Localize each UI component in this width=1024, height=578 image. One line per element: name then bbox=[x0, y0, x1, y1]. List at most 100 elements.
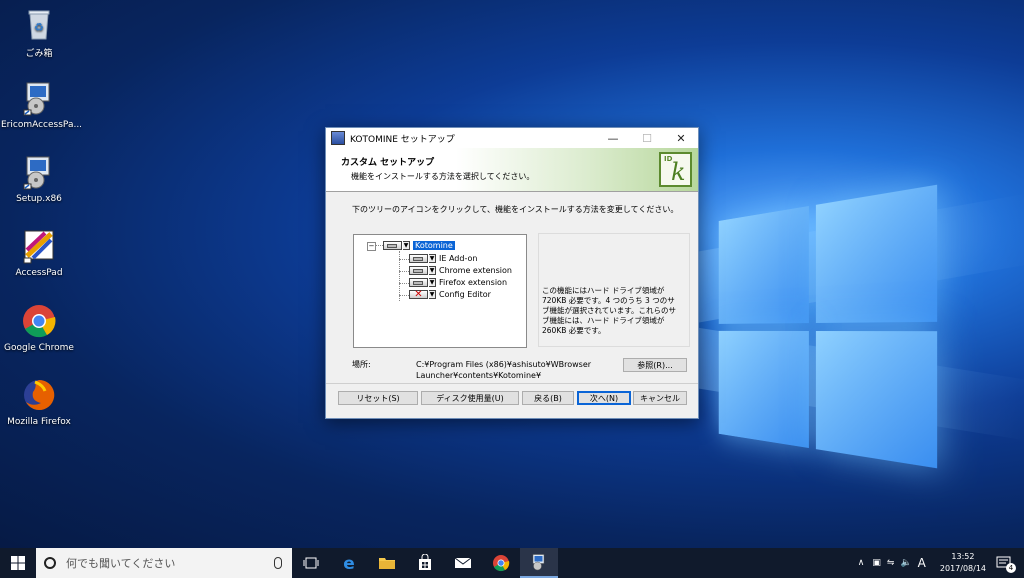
desktop-icon-accesspad[interactable]: AccessPad bbox=[1, 228, 77, 278]
taskbar-search-box[interactable]: 何でも聞いてください bbox=[36, 548, 292, 578]
dropdown-arrow-icon[interactable]: ▼ bbox=[429, 290, 436, 299]
dropdown-arrow-icon[interactable]: ▼ bbox=[429, 254, 436, 263]
button-separator bbox=[326, 383, 698, 384]
logo-letter: k bbox=[671, 158, 686, 186]
tree-node-ie[interactable]: ▼ IE Add-on bbox=[409, 253, 477, 264]
taskbar-store[interactable] bbox=[406, 548, 444, 578]
cortana-icon bbox=[44, 557, 56, 569]
desktop-icon-setup[interactable]: Setup.x86 bbox=[1, 154, 77, 204]
usb-icon[interactable]: ⇋ bbox=[887, 558, 895, 568]
tree-node-label[interactable]: IE Add-on bbox=[439, 254, 477, 263]
minimize-button[interactable]: — bbox=[596, 128, 630, 148]
feature-description-panel: この機能にはハード ドライブ領域が 720KB 必要です。4 つのうち 3 つの… bbox=[538, 233, 690, 347]
desktop: ♻ ごみ箱 EricomAccessPa... Setup.x86 Access… bbox=[0, 0, 1024, 548]
clock[interactable]: 13:52 2017/08/14 bbox=[940, 551, 986, 575]
instruction-text: 下のツリーのアイコンをクリックして、機能をインストールする方法を変更してください… bbox=[352, 205, 679, 214]
dropdown-arrow-icon[interactable]: ▼ bbox=[429, 266, 436, 275]
drive-icon[interactable] bbox=[409, 278, 428, 287]
network-icon[interactable]: ▣ bbox=[872, 558, 881, 568]
store-icon bbox=[419, 554, 431, 570]
tree-node-chrome[interactable]: ▼ Chrome extension bbox=[409, 265, 512, 276]
firefox-icon bbox=[21, 377, 57, 413]
installer-icon bbox=[21, 80, 57, 116]
dialog-titlebar[interactable]: KOTOMINE セットアップ — ☐ ✕ bbox=[326, 128, 698, 148]
tree-node-firefox[interactable]: ▼ Firefox extension bbox=[409, 277, 507, 288]
microphone-icon[interactable] bbox=[274, 557, 282, 569]
not-installed-x-icon[interactable]: ✕ bbox=[409, 290, 428, 300]
system-tray: ∧ ▣ ⇋ 🔈 A 13:52 2017/08/14 4 bbox=[858, 548, 1024, 578]
desktop-icon-label: Google Chrome bbox=[4, 343, 74, 353]
dropdown-arrow-icon[interactable]: ▼ bbox=[429, 278, 436, 287]
drive-icon[interactable] bbox=[383, 241, 402, 250]
show-hidden-icons-chevron-icon[interactable]: ∧ bbox=[858, 558, 865, 568]
chrome-icon bbox=[493, 555, 510, 572]
setup-dialog: KOTOMINE セットアップ — ☐ ✕ カスタム セットアップ 機能をインス… bbox=[325, 127, 699, 419]
header-title: カスタム セットアップ bbox=[341, 158, 435, 168]
close-button[interactable]: ✕ bbox=[664, 128, 698, 148]
feature-description: この機能にはハード ドライブ領域が 720KB 必要です。4 つのうち 3 つの… bbox=[542, 286, 677, 335]
installer-icon bbox=[532, 554, 545, 571]
kotomine-logo: ID k bbox=[659, 152, 692, 187]
taskbar-mail[interactable] bbox=[444, 548, 482, 578]
clock-date: 2017/08/14 bbox=[939, 564, 986, 573]
svg-text:e: e bbox=[343, 554, 355, 572]
maximize-button: ☐ bbox=[642, 131, 652, 145]
taskbar-setup-app[interactable] bbox=[520, 548, 558, 578]
collapse-icon[interactable]: − bbox=[367, 242, 376, 251]
installer-icon bbox=[21, 154, 57, 190]
tree-line bbox=[399, 259, 409, 260]
task-view-button[interactable] bbox=[292, 548, 330, 578]
desktop-icon-ericom[interactable]: EricomAccessPa... bbox=[1, 80, 83, 130]
drive-icon[interactable] bbox=[409, 254, 428, 263]
tree-node-label[interactable]: Chrome extension bbox=[439, 266, 512, 275]
start-button[interactable] bbox=[0, 548, 36, 578]
volume-icon[interactable]: 🔈 bbox=[900, 558, 911, 568]
reset-button[interactable]: リセット(S) bbox=[338, 391, 418, 405]
header-subtitle: 機能をインストールする方法を選択してください。 bbox=[351, 172, 535, 181]
dialog-title: KOTOMINE セットアップ bbox=[350, 134, 455, 145]
taskbar-edge[interactable]: e bbox=[330, 548, 368, 578]
desktop-icon-label: EricomAccessPa... bbox=[1, 120, 83, 130]
windows-start-icon bbox=[11, 556, 25, 570]
desktop-icon-firefox[interactable]: Mozilla Firefox bbox=[1, 377, 77, 427]
dropdown-arrow-icon[interactable]: ▼ bbox=[403, 241, 410, 250]
accesspad-icon bbox=[21, 228, 57, 264]
desktop-icon-label: Mozilla Firefox bbox=[7, 417, 71, 427]
tree-line bbox=[399, 271, 409, 272]
tree-node-label[interactable]: Firefox extension bbox=[439, 278, 507, 287]
desktop-icon-label: ごみ箱 bbox=[25, 49, 53, 59]
ime-indicator[interactable]: A bbox=[918, 556, 926, 570]
back-button[interactable]: 戻る(B) bbox=[522, 391, 574, 405]
tree-line bbox=[375, 245, 383, 246]
taskbar: 何でも聞いてください e ∧ ▣ ⇋ 🔈 A 13:52 2017/08/14 … bbox=[0, 548, 1024, 578]
notification-count-badge: 4 bbox=[1006, 563, 1016, 573]
cancel-button[interactable]: キャンセル bbox=[633, 391, 687, 405]
windows-logo-wallpaper bbox=[718, 184, 945, 477]
next-button[interactable]: 次へ(N) bbox=[577, 391, 631, 405]
search-placeholder: 何でも聞いてください bbox=[66, 557, 176, 570]
action-center-button[interactable]: 4 bbox=[996, 556, 1016, 573]
tree-node-label[interactable]: Kotomine bbox=[413, 241, 455, 250]
desktop-icon-chrome[interactable]: Google Chrome bbox=[1, 303, 77, 353]
taskbar-chrome[interactable] bbox=[482, 548, 520, 578]
desktop-icon-label: AccessPad bbox=[15, 268, 63, 278]
tree-node-root[interactable]: ▼ Kotomine bbox=[383, 240, 455, 251]
svg-text:♻: ♻ bbox=[34, 21, 44, 34]
edge-icon: e bbox=[343, 554, 355, 572]
location-label: 場所: bbox=[352, 360, 371, 369]
tree-node-config-editor[interactable]: ✕ ▼ Config Editor bbox=[409, 289, 491, 300]
clock-time: 13:52 bbox=[951, 552, 975, 561]
location-path: C:¥Program Files (x86)¥ashisuto¥WBrowser… bbox=[416, 360, 592, 380]
task-view-icon bbox=[303, 557, 319, 569]
desktop-icon-recycle-bin[interactable]: ♻ ごみ箱 bbox=[1, 6, 77, 59]
folder-icon bbox=[379, 558, 395, 569]
taskbar-file-explorer[interactable] bbox=[368, 548, 406, 578]
disk-usage-button[interactable]: ディスク使用量(U) bbox=[421, 391, 519, 405]
tree-line bbox=[399, 295, 409, 296]
drive-icon[interactable] bbox=[409, 266, 428, 275]
tree-node-label[interactable]: Config Editor bbox=[439, 290, 491, 299]
recycle-bin-icon: ♻ bbox=[21, 6, 57, 42]
mail-icon bbox=[454, 557, 472, 568]
feature-tree[interactable]: − ▼ Kotomine ▼ IE Add-on ▼ Chrome extens… bbox=[353, 234, 527, 348]
browse-button[interactable]: 参照(R)... bbox=[623, 358, 687, 372]
